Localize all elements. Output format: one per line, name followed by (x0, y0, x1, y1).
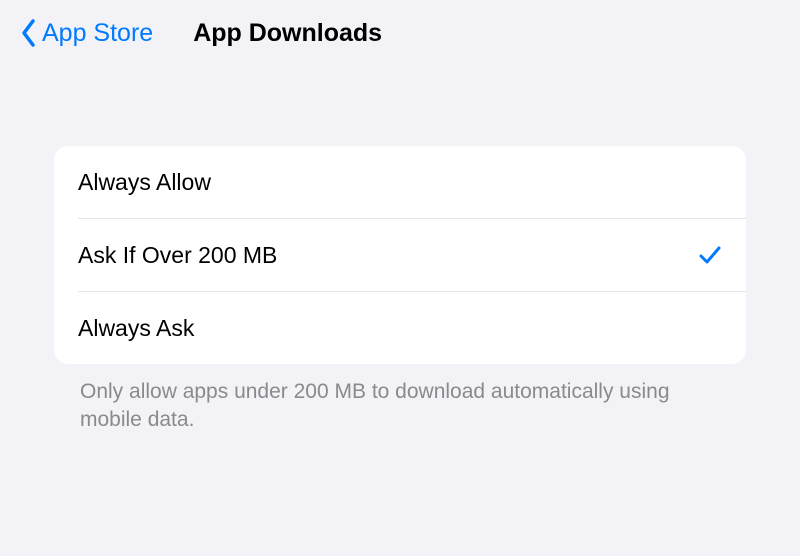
footer-text: Only allow apps under 200 MB to download… (54, 364, 746, 435)
checkmark-icon (698, 243, 722, 267)
option-always-allow[interactable]: Always Allow (54, 146, 746, 218)
option-ask-if-over-200mb[interactable]: Ask If Over 200 MB (54, 219, 746, 291)
option-label: Ask If Over 200 MB (78, 242, 277, 269)
back-label: App Store (42, 19, 153, 48)
option-always-ask[interactable]: Always Ask (54, 292, 746, 364)
option-group: Always Allow Ask If Over 200 MB Always A… (54, 146, 746, 364)
page-title: App Downloads (193, 19, 382, 48)
option-label: Always Ask (78, 315, 194, 342)
chevron-left-icon (20, 18, 38, 48)
option-label: Always Allow (78, 169, 211, 196)
nav-bar: App Store App Downloads (0, 0, 800, 66)
content: Always Allow Ask If Over 200 MB Always A… (0, 66, 800, 435)
back-button[interactable]: App Store (20, 18, 153, 48)
